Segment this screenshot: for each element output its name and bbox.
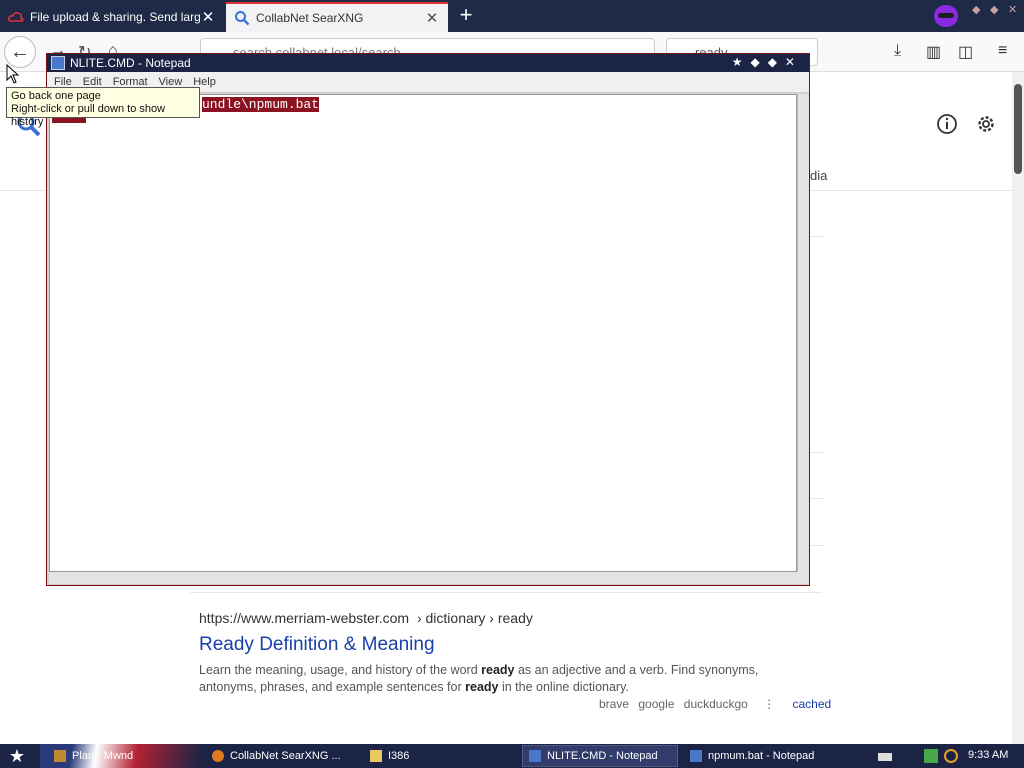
gear-icon[interactable] [975, 113, 997, 135]
mouse-cursor-icon [6, 63, 20, 84]
snippet-text: Learn the meaning, usage, and history of… [199, 663, 482, 677]
result-url-host: https://www.merriam-webster.com [199, 610, 410, 626]
sidebar-icon[interactable]: ◫ [958, 42, 973, 62]
taskbar-item-label: I386 [388, 750, 410, 762]
app-icon [54, 750, 66, 762]
keyboard-icon[interactable] [878, 753, 892, 761]
divider [810, 236, 824, 237]
category-tab-media[interactable]: dia [810, 168, 827, 183]
close-tab-icon[interactable]: ✕ [200, 8, 216, 26]
desktop: File upload & sharing. Send large p ✕ Co… [0, 0, 1024, 768]
download-icon[interactable]: ⤓ [894, 42, 901, 60]
snippet-highlight: ready [481, 663, 515, 677]
notepad-titlebar[interactable]: NLITE.CMD - Notepad ★◆◆✕ [47, 54, 809, 72]
cached-link[interactable]: cached [793, 697, 832, 711]
result-menu-icon[interactable]: ⋮ [763, 697, 775, 711]
taskbar-item-i386[interactable]: I386 [364, 745, 514, 767]
browser-tabstrip: File upload & sharing. Send large p ✕ Co… [0, 0, 1024, 32]
selected-text: undle\npmum.bat [202, 97, 320, 112]
taskbar-item-plan[interactable]: Plan - Mwnd [48, 745, 198, 767]
divider [810, 545, 824, 546]
taskbar-item-nlite-notepad[interactable]: NLITE.CMD - Notepad [522, 745, 678, 767]
notepad-icon [51, 56, 65, 70]
firefox-icon [212, 750, 224, 762]
search-result: https://www.merriam-webster.com › dictio… [199, 610, 819, 696]
maximize-icon[interactable]: ◆ [990, 3, 998, 16]
close-window-icon[interactable]: ✕ [1008, 3, 1017, 16]
tab-title: CollabNet SearXNG [256, 11, 364, 25]
taskbar-item-npmum-notepad[interactable]: npmum.bat - Notepad [684, 745, 844, 767]
taskbar-item-label: npmum.bat - Notepad [708, 750, 815, 762]
arrow-left-icon: ← [10, 40, 30, 63]
notepad-icon [529, 750, 541, 762]
cloud-icon [8, 9, 24, 25]
folder-icon [370, 750, 382, 762]
tooltip-line: Right-click or pull down to show history [11, 103, 166, 128]
taskbar-item-label: Plan - Mwnd [72, 750, 134, 762]
search-tray-icon[interactable] [944, 749, 958, 763]
taskbar-item-label: NLITE.CMD - Notepad [547, 750, 658, 762]
scrollbar-thumb[interactable] [1014, 84, 1022, 174]
tooltip-line: Go back one page [11, 90, 101, 102]
info-icon[interactable] [936, 113, 958, 135]
menu-icon[interactable]: ≡ [998, 42, 1007, 60]
minimize-icon[interactable]: ◆ [972, 3, 980, 16]
result-snippet: Learn the meaning, usage, and history of… [199, 662, 819, 696]
snippet-text: in the online dictionary. [498, 680, 629, 694]
library-icon[interactable]: ▥ [926, 42, 941, 62]
private-mask-icon[interactable] [934, 5, 958, 27]
taskbar-item-label: CollabNet SearXNG ... [230, 750, 341, 762]
snippet-highlight: ready [465, 680, 499, 694]
engine-duckduckgo: duckduckgo [683, 697, 748, 711]
divider [810, 452, 824, 453]
back-button-tooltip: Go back one page Right-click or pull dow… [6, 87, 200, 128]
network-icon[interactable] [924, 749, 938, 763]
notepad-window: NLITE.CMD - Notepad ★◆◆✕ File Edit Forma… [46, 53, 810, 586]
result-url[interactable]: https://www.merriam-webster.com › dictio… [199, 610, 819, 626]
new-tab-button[interactable]: + [456, 4, 476, 28]
tab-title: File upload & sharing. Send large p [30, 10, 200, 24]
divider [810, 498, 824, 499]
window-controls[interactable]: ★◆◆✕ [732, 55, 803, 69]
clock[interactable]: 9:33 AM [968, 749, 1008, 761]
notepad-title: NLITE.CMD - Notepad [70, 56, 191, 70]
engine-brave: brave [599, 697, 630, 711]
engine-google: google [638, 697, 675, 711]
taskbar: ★ Plan - Mwnd CollabNet SearXNG ... I386… [0, 744, 1024, 768]
close-tab-icon[interactable]: ✕ [424, 9, 440, 27]
notepad-text-area[interactable]: undle\npmum.bat [49, 94, 797, 572]
divider [190, 592, 822, 593]
result-url-path: › dictionary › ready [416, 610, 533, 626]
notepad-vertical-scrollbar[interactable] [797, 94, 809, 572]
page-scrollbar[interactable] [1012, 72, 1024, 744]
result-engines: brave google duckduckgo ⋮ cached [599, 697, 837, 711]
search-icon [234, 10, 250, 26]
tab-collabnet-searxng[interactable]: CollabNet SearXNG ✕ [226, 2, 448, 32]
notepad-horizontal-scrollbar[interactable] [49, 572, 809, 584]
notepad-icon [690, 750, 702, 762]
taskbar-item-searxng[interactable]: CollabNet SearXNG ... [206, 745, 358, 767]
tab-file-upload[interactable]: File upload & sharing. Send large p ✕ [0, 2, 224, 32]
result-title[interactable]: Ready Definition & Meaning [199, 634, 819, 656]
start-star-icon[interactable]: ★ [6, 746, 28, 766]
